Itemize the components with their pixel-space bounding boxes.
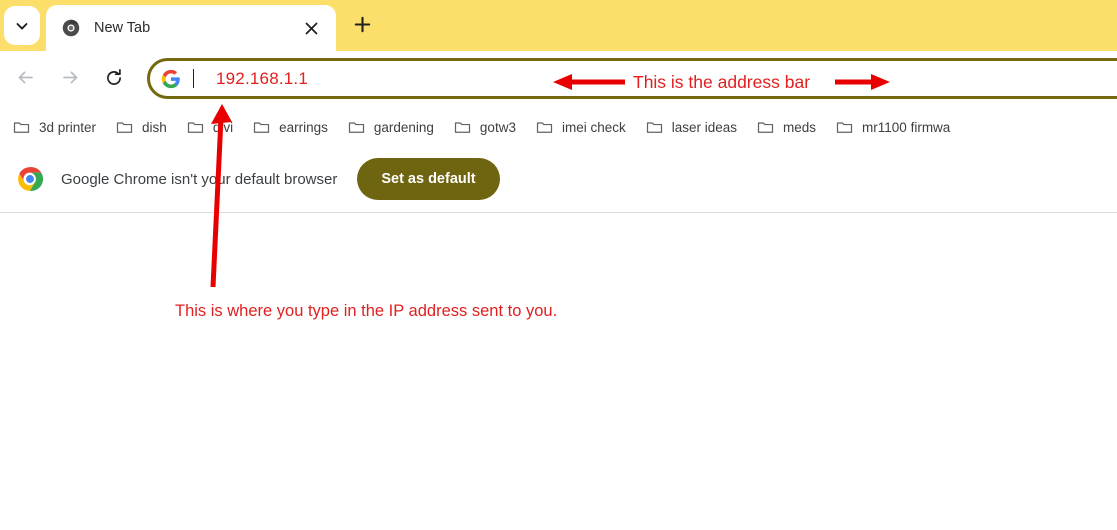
folder-icon — [187, 119, 204, 136]
bookmark-folder-mr1100-firmware[interactable]: mr1100 firmwa — [829, 114, 957, 141]
bookmark-label: gotw3 — [479, 120, 516, 135]
browser-window: New Tab 192.168.1.1 3d printer dish divi… — [0, 0, 1117, 530]
folder-icon — [348, 119, 365, 136]
bookmark-folder-meds[interactable]: meds — [750, 114, 823, 141]
bookmark-folder-3d-printer[interactable]: 3d printer — [6, 114, 103, 141]
bookmark-label: divi — [212, 120, 234, 135]
folder-icon — [646, 119, 663, 136]
close-icon[interactable] — [298, 15, 324, 41]
bookmark-folder-gotw3[interactable]: gotw3 — [447, 114, 523, 141]
bookmark-folder-imei-check[interactable]: imei check — [529, 114, 633, 141]
bookmark-folder-divi[interactable]: divi — [180, 114, 240, 141]
default-browser-infobar: Google Chrome isn't your default browser… — [0, 146, 1117, 213]
arrow-right-icon — [60, 67, 81, 93]
google-g-icon — [161, 69, 181, 89]
address-bar-input[interactable]: 192.168.1.1 — [216, 69, 308, 89]
folder-icon — [454, 119, 471, 136]
chevron-down-icon — [15, 19, 29, 33]
new-tab-button[interactable] — [346, 11, 378, 43]
bookmark-label: laser ideas — [671, 120, 738, 135]
bookmark-label: gardening — [373, 120, 434, 135]
bookmark-folder-gardening[interactable]: gardening — [341, 114, 441, 141]
chrome-logo-icon — [17, 166, 44, 192]
reload-button[interactable] — [99, 65, 129, 95]
folder-icon — [536, 119, 553, 136]
bookmark-label: dish — [142, 120, 167, 135]
bookmark-folder-dish[interactable]: dish — [109, 114, 174, 141]
back-button[interactable] — [10, 65, 40, 95]
address-bar[interactable]: 192.168.1.1 — [147, 58, 1117, 99]
chrome-favicon — [62, 19, 80, 37]
forward-button[interactable] — [55, 65, 85, 95]
folder-icon — [13, 119, 30, 136]
bookmark-label: earrings — [279, 120, 328, 135]
bookmark-folder-earrings[interactable]: earrings — [246, 114, 335, 141]
tab-new-tab[interactable]: New Tab — [46, 5, 336, 51]
infobar-message: Google Chrome isn't your default browser — [61, 170, 338, 188]
browser-toolbar: 192.168.1.1 — [0, 51, 1117, 109]
bookmark-folder-laser-ideas[interactable]: laser ideas — [639, 114, 744, 141]
bookmark-label: meds — [783, 120, 817, 135]
text-cursor — [193, 69, 194, 88]
tab-search-button[interactable] — [4, 6, 40, 45]
folder-icon — [116, 119, 133, 136]
bookmarks-bar: 3d printer dish divi earrings gardening … — [0, 109, 1117, 146]
arrow-left-icon — [15, 67, 36, 93]
bookmark-label: 3d printer — [39, 120, 97, 135]
set-as-default-button[interactable]: Set as default — [357, 158, 500, 200]
tab-strip: New Tab — [0, 0, 1117, 51]
tab-title: New Tab — [94, 20, 151, 36]
new-tab-page — [0, 214, 1117, 530]
reload-icon — [104, 68, 124, 93]
folder-icon — [757, 119, 774, 136]
bookmark-label: imei check — [561, 120, 626, 135]
bookmark-label: mr1100 firmwa — [862, 120, 951, 135]
folder-icon — [836, 119, 853, 136]
folder-icon — [253, 119, 270, 136]
plus-icon — [354, 16, 371, 38]
